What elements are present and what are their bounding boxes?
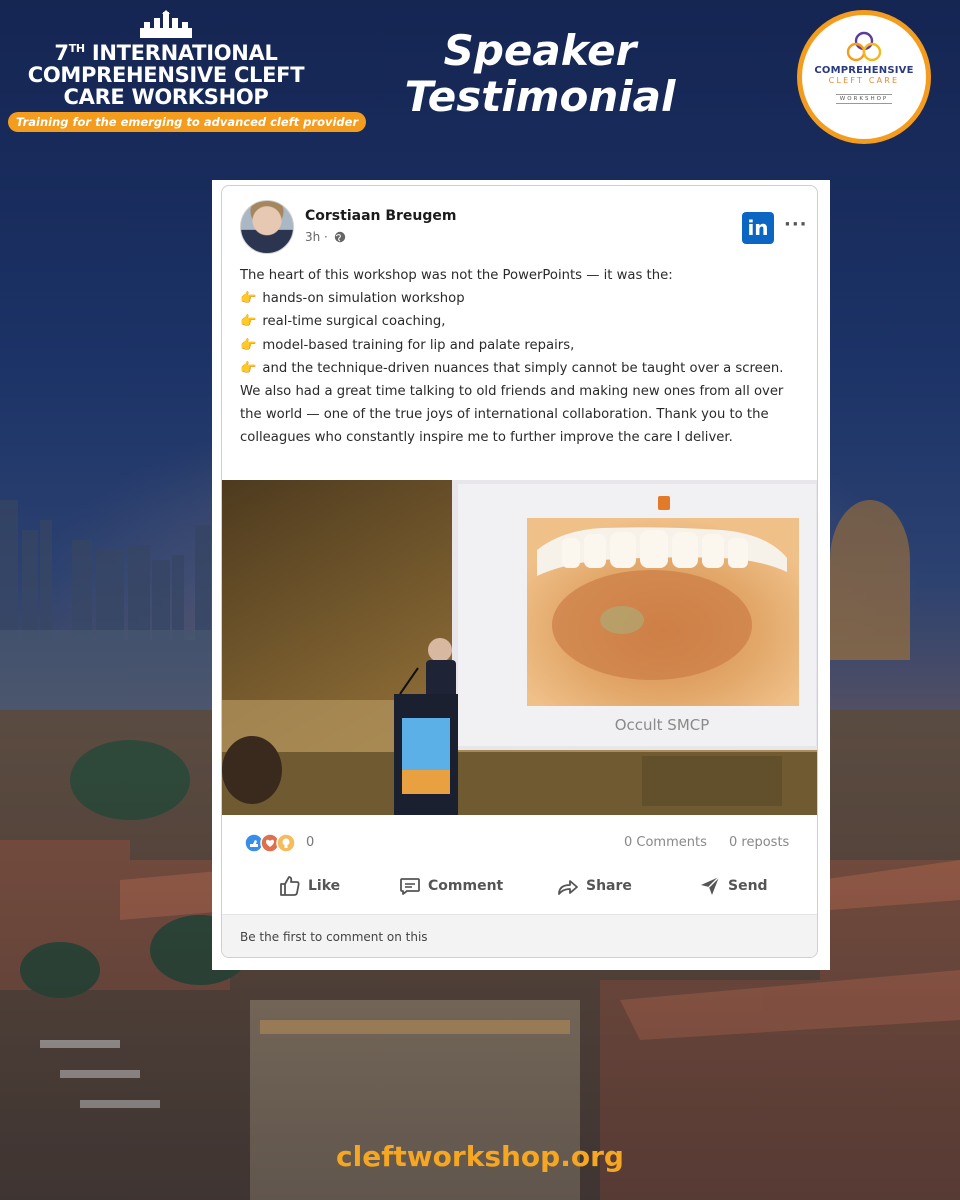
avatar[interactable] xyxy=(240,200,294,254)
post-bullet: 👉 model-based training for lip and palate… xyxy=(240,337,575,353)
post-body: The heart of this workshop was not the P… xyxy=(240,264,808,450)
title-line-2: Testimonial xyxy=(404,72,676,121)
send-icon xyxy=(701,876,720,895)
page-title: Speaker Testimonial xyxy=(380,28,700,120)
header-line-3: CARE WORKSHOP xyxy=(63,85,269,109)
comment-prompt-bar[interactable]: Be the first to comment on this xyxy=(222,914,817,957)
footer-url[interactable]: cleftworkshop.org xyxy=(0,1140,960,1173)
tagline: Training for the emerging to advanced cl… xyxy=(8,112,367,132)
globe-icon xyxy=(334,231,345,243)
post-outro: We also had a great time talking to old … xyxy=(240,384,784,446)
post-time: 3h · xyxy=(305,230,346,244)
conference-photo: Occult SMCP xyxy=(222,480,817,815)
author-name[interactable]: Corstiaan Breugem xyxy=(305,208,457,224)
header-line-1: 7TH INTERNATIONAL xyxy=(54,41,278,65)
pointing-hand-icon: 👉 xyxy=(240,337,257,353)
comments-count[interactable]: 0 Comments xyxy=(624,835,707,850)
castle-icon xyxy=(140,10,192,38)
send-button[interactable]: Send xyxy=(698,868,768,904)
slide-caption: Occult SMCP xyxy=(615,716,710,734)
reposts-count[interactable]: 0 reposts xyxy=(729,835,789,850)
logo-text-1: COMPREHENSIVE xyxy=(814,65,914,76)
workshop-header: 7TH INTERNATIONAL COMPREHENSIVE CLEFT CA… xyxy=(8,10,367,132)
more-options-icon[interactable]: ··· xyxy=(784,214,808,235)
linkedin-post: Corstiaan Breugem 3h · in ··· The heart … xyxy=(221,185,818,958)
pointing-hand-icon: 👉 xyxy=(240,291,257,307)
post-bullet: 👉 real-time surgical coaching, xyxy=(240,314,446,330)
thumbs-up-icon xyxy=(280,876,300,896)
post-actions: Like Comment Share Send xyxy=(222,868,817,908)
post-author-row: Corstiaan Breugem 3h · in ··· xyxy=(240,200,807,256)
reaction-icons[interactable] xyxy=(244,832,300,854)
pointing-hand-icon: 👉 xyxy=(240,360,257,376)
share-button[interactable]: Share xyxy=(556,868,632,904)
post-bullet: 👉 and the technique-driven nuances that s… xyxy=(240,360,784,376)
logo-text-2: CLEFT CARE xyxy=(828,76,900,85)
header-line-2: COMPREHENSIVE CLEFT xyxy=(27,63,305,87)
logo-text-3: WORKSHOP xyxy=(835,94,893,104)
like-button[interactable]: Like xyxy=(278,868,340,904)
comment-prompt: Be the first to comment on this xyxy=(240,930,428,944)
rings-icon xyxy=(846,31,882,62)
post-intro: The heart of this workshop was not the P… xyxy=(240,268,673,283)
post-photo[interactable]: Occult SMCP xyxy=(222,480,817,815)
linkedin-icon: in xyxy=(742,212,774,244)
workshop-logo: COMPREHENSIVE CLEFT CARE WORKSHOP xyxy=(797,10,931,144)
reaction-count[interactable]: 0 xyxy=(306,835,314,850)
comment-button[interactable]: Comment xyxy=(398,868,503,904)
share-icon xyxy=(558,880,578,895)
reactions-row: 0 0 Comments 0 reposts xyxy=(244,832,804,856)
comment-icon xyxy=(400,878,420,895)
pointing-hand-icon: 👉 xyxy=(240,314,257,330)
post-bullet: 👉 hands-on simulation workshop xyxy=(240,291,465,307)
title-line-1: Speaker xyxy=(443,26,637,75)
